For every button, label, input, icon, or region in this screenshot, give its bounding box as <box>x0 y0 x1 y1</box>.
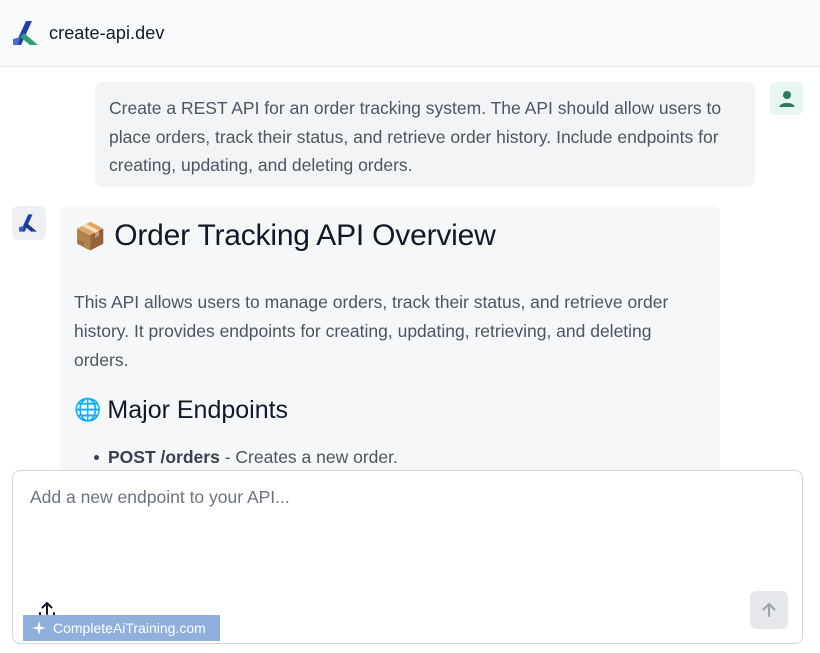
app-header: create-api.dev <box>0 0 820 67</box>
section-heading-text: Major Endpoints <box>107 395 289 424</box>
brand-name[interactable]: create-api.dev <box>49 23 164 44</box>
arrow-up-icon <box>762 603 776 617</box>
section-heading: 🌐 Major Endpoints <box>74 395 706 425</box>
composer: CompleteAiTraining.com <box>12 470 803 644</box>
assistant-avatar <box>12 206 46 240</box>
create-api-logo-icon[interactable] <box>12 18 42 48</box>
user-icon <box>779 90 794 107</box>
response-title-text: Order Tracking API Overview <box>114 219 496 252</box>
response-title: 📦 Order Tracking API Overview <box>74 218 706 254</box>
globe-icon: 🌐 <box>74 397 102 422</box>
watermark-text: CompleteAiTraining.com <box>53 620 206 636</box>
endpoint-list: POST /orders - Creates a new order. <box>74 447 706 468</box>
user-message-text: Create a REST API for an order tracking … <box>109 98 722 175</box>
send-button[interactable] <box>750 591 788 629</box>
watermark-badge: CompleteAiTraining.com <box>23 615 220 641</box>
sparkle-icon <box>32 621 46 635</box>
user-avatar <box>770 82 803 115</box>
create-api-logo-icon <box>19 214 37 232</box>
package-icon: 📦 <box>74 220 107 251</box>
endpoint-method-path: POST /orders <box>108 447 220 467</box>
list-item: POST /orders - Creates a new order. <box>94 447 706 468</box>
user-message: Create a REST API for an order tracking … <box>95 82 755 187</box>
response-description: This API allows users to manage orders, … <box>74 292 669 370</box>
assistant-message: 📦 Order Tracking API Overview This API a… <box>60 206 720 471</box>
endpoint-description: - Creates a new order. <box>219 447 398 467</box>
endpoint-input[interactable] <box>13 471 802 581</box>
